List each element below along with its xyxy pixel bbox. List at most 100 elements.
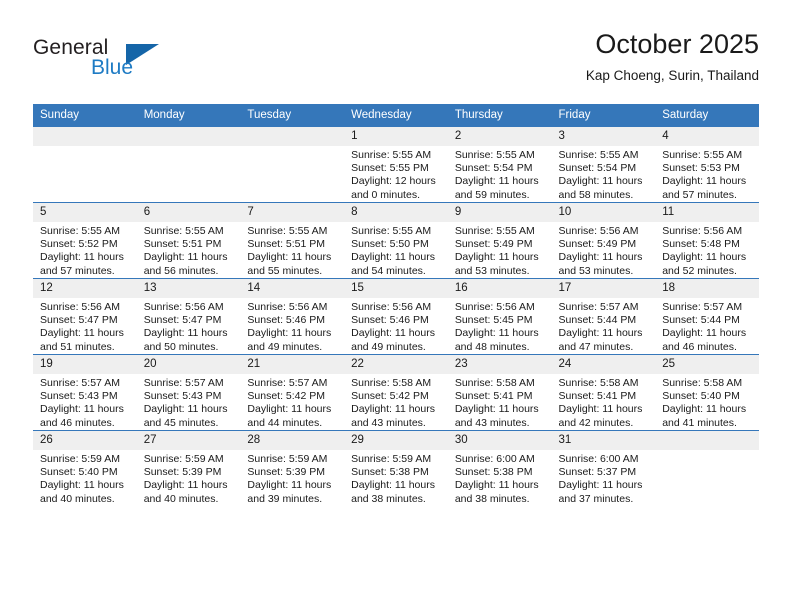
calendar-day-cell[interactable]: 15 Sunrise: 5:56 AM Sunset: 5:46 PM Dayligh…	[344, 278, 448, 355]
day-number: 19	[33, 355, 137, 374]
daylight-text-line2: and 50 minutes.	[143, 340, 219, 353]
weekday-header-thursday: Thursday	[447, 104, 552, 127]
calendar-day-cell[interactable]: 28 Sunrise: 5:59 AM Sunset: 5:39 PM Dayligh…	[240, 430, 345, 506]
calendar-day-cell[interactable]: 21 Sunrise: 5:57 AM Sunset: 5:42 PM Dayligh…	[240, 354, 345, 431]
day-number: 9	[447, 203, 552, 222]
calendar-day-cell[interactable]: 24 Sunrise: 5:58 AM Sunset: 5:41 PM Dayligh…	[551, 354, 656, 431]
daylight-text-line2: and 57 minutes.	[662, 188, 737, 201]
sunset-text: Sunset: 5:41 PM	[558, 390, 637, 403]
daylight-text-line1: Daylight: 11 hours	[247, 403, 332, 416]
sunset-text: Sunset: 5:47 PM	[40, 314, 118, 327]
daylight-text-line2: and 48 minutes.	[454, 340, 530, 353]
day-number: 3	[551, 127, 656, 146]
sunset-text: Sunset: 5:40 PM	[662, 390, 740, 403]
day-number: 2	[447, 127, 552, 146]
day-details: Sunrise: 5:55 AM Sunset: 5:54 PM Daylight:…	[552, 146, 656, 202]
calendar-day-cell[interactable]: 10 Sunrise: 5:56 AM Sunset: 5:49 PM Dayligh…	[551, 202, 656, 279]
calendar-day-cell[interactable]: 20 Sunrise: 5:57 AM Sunset: 5:43 PM Dayligh…	[136, 354, 241, 431]
calendar-day-cell[interactable]: 4 Sunrise: 5:55 AM Sunset: 5:53 PM Daylight…	[655, 126, 759, 203]
daylight-text-line1: Daylight: 11 hours	[40, 403, 124, 416]
calendar-day-cell[interactable]: 9 Sunrise: 5:55 AM Sunset: 5:49 PM Daylight…	[447, 202, 552, 279]
sunrise-text: Sunrise: 5:56 AM	[558, 225, 639, 237]
sunset-text: Sunset: 5:50 PM	[351, 238, 429, 251]
calendar-day-cell[interactable]: 6 Sunrise: 5:55 AM Sunset: 5:51 PM Daylight…	[136, 202, 241, 279]
calendar-day-cell-empty	[240, 126, 345, 203]
daylight-text-line2: and 59 minutes.	[454, 188, 530, 201]
calendar-header-row: Sunday Monday Tuesday Wednesday Thursday Frid…	[33, 104, 759, 127]
day-number: 13	[136, 279, 241, 298]
day-details: Sunrise: 5:56 AM Sunset: 5:47 PM Daylight:…	[137, 298, 241, 354]
sunrise-text: Sunrise: 5:56 AM	[247, 301, 328, 313]
daylight-text-line1: Daylight: 11 hours	[454, 251, 539, 264]
sunset-text: Sunset: 5:47 PM	[143, 314, 222, 327]
calendar-day-cell[interactable]: 19 Sunrise: 5:57 AM Sunset: 5:43 PM Dayligh…	[33, 354, 137, 431]
day-number: 28	[240, 431, 345, 450]
daylight-text-line1: Daylight: 11 hours	[558, 175, 643, 188]
daylight-text-line1: Daylight: 11 hours	[351, 251, 435, 264]
calendar-day-cell-empty	[655, 430, 759, 506]
calendar-day-cell[interactable]: 1 Sunrise: 5:55 AM Sunset: 5:55 PM Daylight…	[344, 126, 448, 203]
day-number: 5	[33, 203, 137, 222]
day-details: Sunrise: 5:55 AM Sunset: 5:55 PM Daylight:…	[344, 146, 448, 202]
daylight-text-line1: Daylight: 11 hours	[558, 403, 643, 416]
sunset-text: Sunset: 5:54 PM	[454, 162, 533, 175]
calendar-day-cell[interactable]: 2 Sunrise: 5:55 AM Sunset: 5:54 PM Daylight…	[447, 126, 552, 203]
day-number: 16	[447, 279, 552, 298]
calendar-day-cell[interactable]: 18 Sunrise: 5:57 AM Sunset: 5:44 PM Dayligh…	[655, 278, 759, 355]
calendar-day-cell[interactable]: 5 Sunrise: 5:55 AM Sunset: 5:52 PM Daylight…	[33, 202, 137, 279]
calendar-day-cell[interactable]: 25 Sunrise: 5:58 AM Sunset: 5:40 PM Dayligh…	[655, 354, 759, 431]
calendar-day-cell[interactable]: 23 Sunrise: 5:58 AM Sunset: 5:41 PM Dayligh…	[447, 354, 552, 431]
calendar-day-cell[interactable]: 31 Sunrise: 6:00 AM Sunset: 5:37 PM Dayligh…	[551, 430, 656, 506]
sunrise-text: Sunrise: 6:00 AM	[454, 453, 535, 465]
sunrise-text: Sunrise: 5:58 AM	[454, 377, 535, 389]
sunrise-text: Sunrise: 5:55 AM	[351, 149, 432, 161]
calendar-day-cell[interactable]: 22 Sunrise: 5:58 AM Sunset: 5:42 PM Dayligh…	[344, 354, 448, 431]
general-blue-logo[interactable]: General Blue	[33, 36, 233, 92]
calendar-day-cell[interactable]: 17 Sunrise: 5:57 AM Sunset: 5:44 PM Dayligh…	[551, 278, 656, 355]
day-details: Sunrise: 5:59 AM Sunset: 5:39 PM Daylight:…	[240, 450, 344, 506]
sunset-text: Sunset: 5:38 PM	[454, 466, 533, 479]
daylight-text-line1: Daylight: 11 hours	[558, 251, 643, 264]
calendar-day-cell-empty	[33, 126, 137, 203]
daylight-text-line2: and 43 minutes.	[351, 416, 426, 429]
daylight-text-line2: and 47 minutes.	[558, 340, 634, 353]
calendar-day-cell[interactable]: 16 Sunrise: 5:56 AM Sunset: 5:45 PM Dayligh…	[447, 278, 552, 355]
sunset-text: Sunset: 5:42 PM	[247, 390, 326, 403]
sunrise-text: Sunrise: 5:59 AM	[351, 453, 432, 465]
sunset-text: Sunset: 5:55 PM	[351, 162, 429, 175]
daylight-text-line2: and 45 minutes.	[143, 416, 219, 429]
calendar-day-cell[interactable]: 13 Sunrise: 5:56 AM Sunset: 5:47 PM Dayligh…	[136, 278, 241, 355]
daylight-text-line1: Daylight: 11 hours	[558, 479, 643, 492]
day-details: Sunrise: 5:58 AM Sunset: 5:41 PM Daylight:…	[448, 374, 552, 430]
day-details: Sunrise: 5:58 AM Sunset: 5:40 PM Daylight:…	[655, 374, 759, 430]
daylight-text-line2: and 43 minutes.	[454, 416, 530, 429]
daylight-text-line1: Daylight: 12 hours	[351, 175, 436, 188]
day-number: 21	[240, 355, 345, 374]
day-details: Sunrise: 5:57 AM Sunset: 5:44 PM Daylight:…	[552, 298, 656, 354]
sunrise-text: Sunrise: 5:55 AM	[454, 149, 535, 161]
daylight-text-line2: and 56 minutes.	[143, 264, 219, 277]
calendar-day-cell[interactable]: 8 Sunrise: 5:55 AM Sunset: 5:50 PM Daylight…	[344, 202, 448, 279]
daylight-text-line1: Daylight: 11 hours	[662, 403, 747, 416]
day-number: 20	[136, 355, 241, 374]
daylight-text-line2: and 49 minutes.	[247, 340, 323, 353]
sunset-text: Sunset: 5:46 PM	[351, 314, 429, 327]
calendar-day-cell[interactable]: 29 Sunrise: 5:59 AM Sunset: 5:38 PM Dayligh…	[344, 430, 448, 506]
day-details: Sunrise: 5:55 AM Sunset: 5:52 PM Daylight:…	[33, 222, 137, 278]
calendar-day-cell[interactable]: 27 Sunrise: 5:59 AM Sunset: 5:39 PM Dayligh…	[136, 430, 241, 506]
sunset-text: Sunset: 5:43 PM	[143, 390, 222, 403]
calendar-day-cell[interactable]: 11 Sunrise: 5:56 AM Sunset: 5:48 PM Dayligh…	[655, 202, 759, 279]
sunset-text: Sunset: 5:49 PM	[454, 238, 533, 251]
sunset-text: Sunset: 5:39 PM	[247, 466, 326, 479]
calendar-day-cell[interactable]: 7 Sunrise: 5:55 AM Sunset: 5:51 PM Daylight…	[240, 202, 345, 279]
calendar-day-cell[interactable]: 14 Sunrise: 5:56 AM Sunset: 5:46 PM Dayligh…	[240, 278, 345, 355]
day-number: 14	[240, 279, 345, 298]
calendar-day-cell[interactable]: 12 Sunrise: 5:56 AM Sunset: 5:47 PM Dayligh…	[33, 278, 137, 355]
day-number: 27	[136, 431, 241, 450]
calendar-day-cell[interactable]: 26 Sunrise: 5:59 AM Sunset: 5:40 PM Dayligh…	[33, 430, 137, 506]
day-details: Sunrise: 5:55 AM Sunset: 5:50 PM Daylight:…	[344, 222, 448, 278]
calendar-day-cell[interactable]: 3 Sunrise: 5:55 AM Sunset: 5:54 PM Daylight…	[551, 126, 656, 203]
calendar-day-cell[interactable]: 30 Sunrise: 6:00 AM Sunset: 5:38 PM Dayligh…	[447, 430, 552, 506]
sunrise-text: Sunrise: 5:55 AM	[662, 149, 743, 161]
sunset-text: Sunset: 5:49 PM	[558, 238, 637, 251]
